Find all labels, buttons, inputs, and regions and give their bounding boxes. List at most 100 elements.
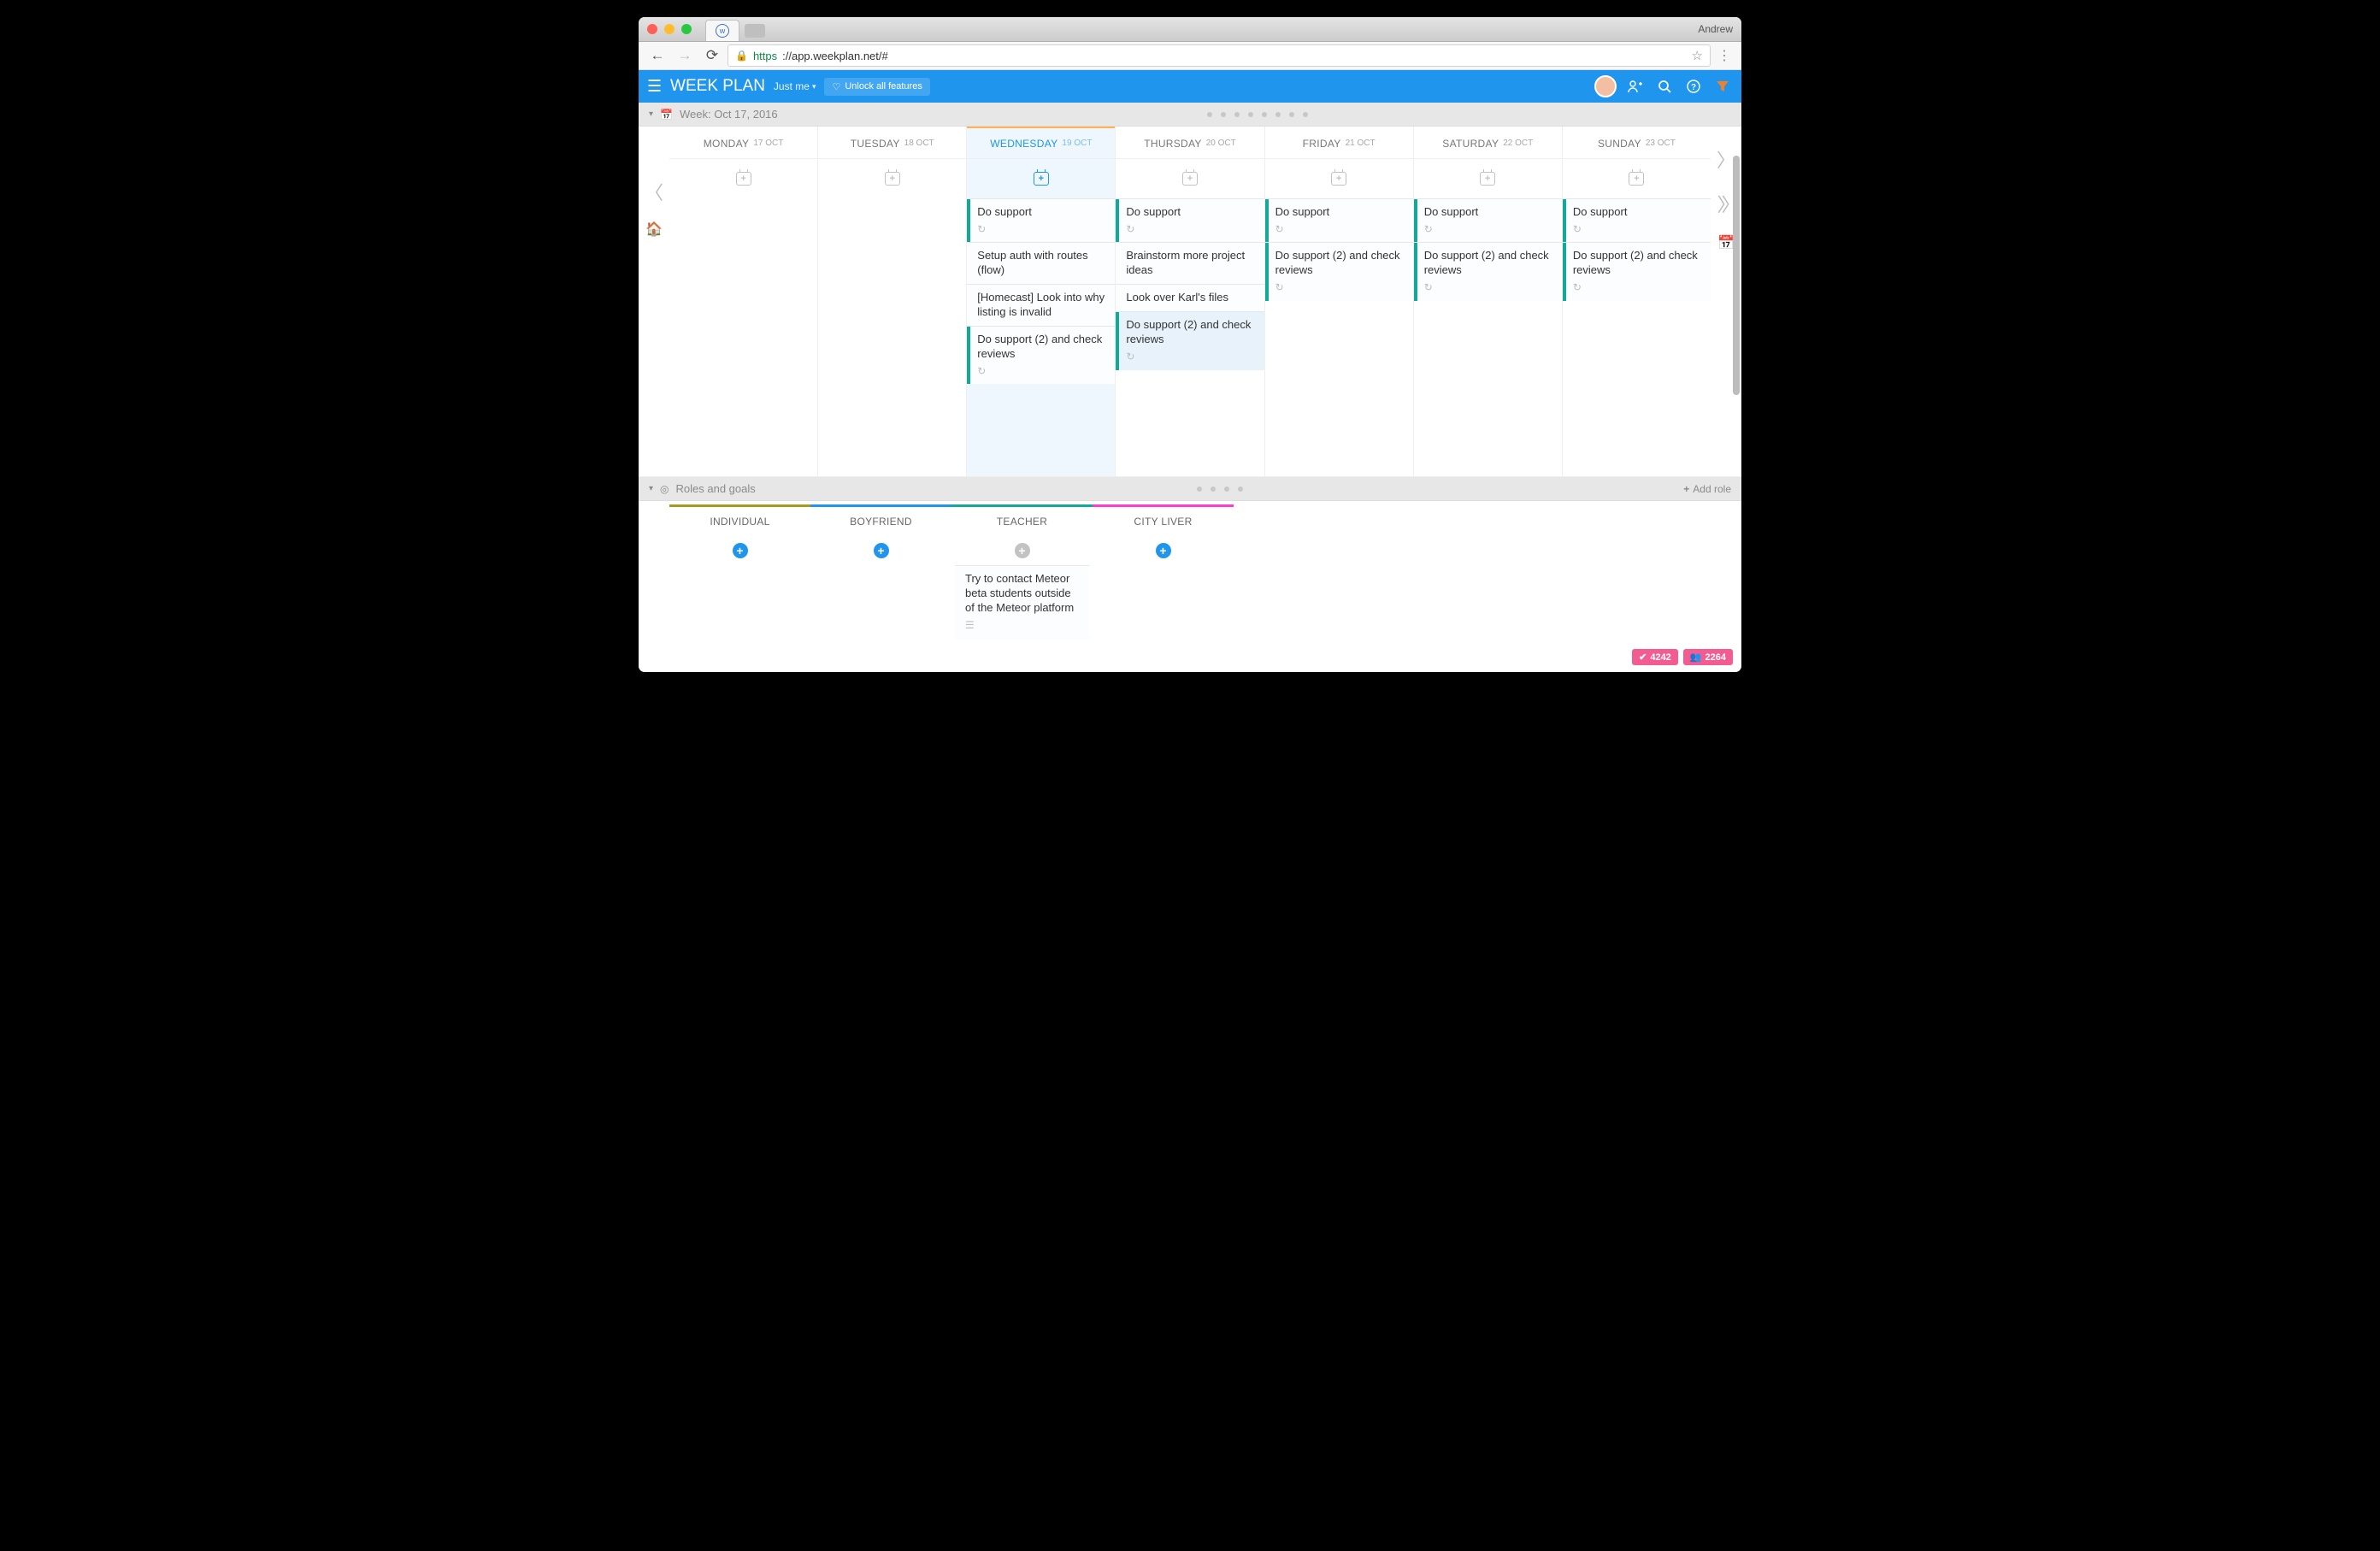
new-tab-button[interactable] [745,24,765,38]
day-column-sunday: SUNDAY 23 OCT Do support↻Do support (2) a… [1563,127,1711,476]
week-pagination-dots[interactable] [785,112,1731,117]
invite-user-button[interactable] [1625,76,1646,97]
role-name: TEACHER [951,507,1093,536]
svg-text:?: ? [1691,83,1696,92]
task-card[interactable]: Look over Karl's files [1116,284,1264,311]
task-title: Do support (2) and check reviews [1126,318,1251,345]
goal-card[interactable]: Try to contact Meteor beta students outs… [955,565,1089,640]
window-close-button[interactable] [647,24,657,34]
add-task-button[interactable] [669,159,817,198]
day-date: 21 OCT [1346,139,1376,148]
task-card[interactable]: Do support↻ [1265,198,1413,242]
note-icon: ☰ [965,619,1081,633]
workspace-label: Just me [774,80,810,92]
check-circle-icon: ✔ [1639,652,1647,663]
stats-badge-1[interactable]: ✔ 4242 [1632,649,1678,665]
task-card[interactable]: Do support (2) and check reviews↻ [1265,242,1413,300]
task-title: Do support (2) and check reviews [1275,249,1400,276]
search-button[interactable] [1654,76,1675,97]
day-header: MONDAY 17 OCT [669,127,817,159]
add-task-button[interactable] [1563,159,1711,198]
day-column-friday: FRIDAY 21 OCTDo support↻Do support (2) a… [1265,127,1414,476]
collapse-week-toggle[interactable]: ▾ [649,109,653,119]
add-goal-button[interactable]: + [1093,543,1234,558]
task-title: Brainstorm more project ideas [1126,249,1245,276]
app-title: WEEK PLAN [670,77,765,96]
day-header: TUESDAY 18 OCT [818,127,966,159]
scrollbar-track[interactable] [1733,70,1740,672]
recur-icon: ↻ [1424,223,1553,237]
calendar-plus-icon [1034,172,1049,186]
plus-icon: + [1683,483,1689,495]
add-task-button[interactable] [967,159,1115,198]
day-name: WEDNESDAY [990,138,1057,150]
menu-button[interactable]: ☰ [647,77,662,97]
add-task-button[interactable] [1265,159,1413,198]
bookmark-star-icon[interactable]: ☆ [1692,48,1703,63]
roles-pagination-dots[interactable] [763,487,1677,492]
collapse-roles-toggle[interactable]: ▾ [649,484,653,493]
plus-circle-icon: + [1015,543,1030,558]
recur-icon: ↻ [1573,281,1702,295]
day-header: SATURDAY 22 OCT [1414,127,1562,159]
window-minimize-button[interactable] [664,24,675,34]
day-header: THURSDAY 20 OCT [1116,127,1264,159]
open-calendar-button[interactable]: 📅 [1717,234,1735,251]
add-task-button[interactable] [1116,159,1264,198]
filter-button[interactable] [1712,76,1733,97]
task-card[interactable]: Brainstorm more project ideas [1116,242,1264,284]
task-title: Do support [977,205,1032,218]
task-card[interactable]: Do support (2) and check reviews↻ [1563,242,1711,300]
recur-icon: ↻ [1424,281,1553,295]
task-card[interactable]: Setup auth with routes (flow) [967,242,1115,284]
add-goal-button[interactable]: + [951,543,1093,558]
day-date: 18 OCT [904,139,934,148]
avatar[interactable] [1594,75,1617,97]
task-card[interactable]: Do support↻ [1116,198,1264,242]
week-label: Week: Oct 17, 2016 [680,108,778,121]
back-button[interactable]: ← [645,45,669,66]
help-button[interactable]: ? [1683,76,1704,97]
day-name: FRIDAY [1303,138,1341,150]
task-title: Do support [1424,205,1479,218]
task-title: Do support [1126,205,1181,218]
add-task-button[interactable] [1414,159,1562,198]
home-button[interactable]: 🏠 [645,221,663,238]
week-board: 〈 🏠 MONDAY 17 OCTTUESDAY 18 OCTWEDNESDAY… [639,127,1741,477]
task-card[interactable]: [Homecast] Look into why listing is inva… [967,284,1115,326]
task-card[interactable]: Do support ↻ [1414,198,1562,242]
add-goal-button[interactable]: + [810,543,951,558]
stats-badge-2[interactable]: 👥 2264 [1683,649,1733,665]
reload-button[interactable]: ⟳ [700,45,724,66]
calendar-plus-icon [1629,172,1644,186]
window-maximize-button[interactable] [681,24,692,34]
add-task-button[interactable] [818,159,966,198]
browser-profile-label[interactable]: Andrew [1698,23,1733,35]
task-card[interactable]: Do support↻ [1563,198,1711,242]
unlock-features-button[interactable]: ♡ Unlock all features [824,78,929,96]
day-header: SUNDAY 23 OCT [1563,127,1711,159]
recur-icon: ↻ [977,365,1106,379]
task-card[interactable]: Do support (2) and check reviews ↻ [1116,311,1264,369]
workspace-selector[interactable]: Just me ▾ [774,80,816,92]
browser-tab[interactable]: w [705,20,739,41]
task-card[interactable]: Do support↻ [967,198,1115,242]
role-column-city-liver: CITY LIVER+ [1093,501,1234,672]
badge2-value: 2264 [1705,652,1726,663]
add-goal-button[interactable]: + [669,543,810,558]
add-role-button[interactable]: + Add role [1683,483,1731,495]
role-name: BOYFRIEND [810,507,951,536]
task-card[interactable]: Do support (2) and check reviews ↻ [967,326,1115,384]
forward-button: → [673,45,697,66]
recur-icon: ↻ [1573,223,1702,237]
day-name: MONDAY [704,138,750,150]
scrollbar-thumb[interactable] [1733,156,1740,395]
day-header: WEDNESDAY 19 OCT [967,127,1115,159]
task-title: Do support (2) and check reviews [977,333,1102,360]
prev-week-button[interactable]: 〈 [645,178,663,205]
role-name: INDIVIDUAL [669,507,810,536]
address-bar[interactable]: 🔒 https://app.weekplan.net/# ☆ [728,44,1711,67]
recur-icon: ↻ [1126,351,1255,364]
task-card[interactable]: Do support (2) and check reviews↻ [1414,242,1562,300]
browser-menu-button[interactable]: ⋮ [1714,47,1735,64]
